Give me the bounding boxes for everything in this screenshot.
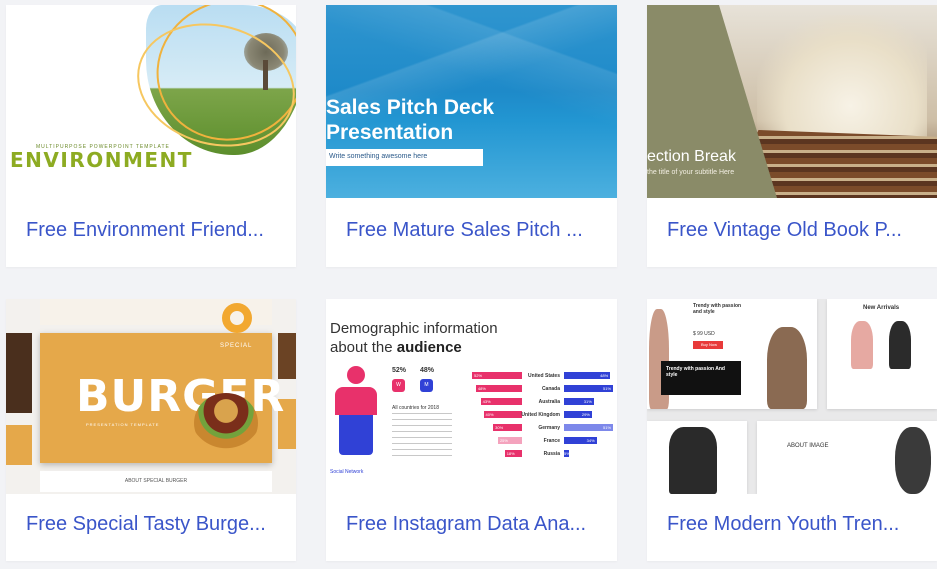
thumbnail-subtitle: PRESENTATION TEMPLATE: [86, 422, 160, 427]
burger-main-slide: SPECIAL BURGER PRESENTATION TEMPLATE: [40, 333, 284, 463]
bar-right: 48%: [564, 372, 611, 379]
bar-right: 29%: [564, 411, 592, 418]
bar-left: 52%: [472, 372, 522, 379]
card-thumbnail[interactable]: ection Break the title of your subtitle …: [647, 5, 937, 198]
heading-line: Demographic information: [330, 320, 498, 337]
card-thumbnail[interactable]: MULTIPURPOSE POWERPOINT TEMPLATE ENVIRON…: [6, 5, 296, 198]
heading-line: Sales Pitch Deck: [326, 96, 495, 119]
thumbnail-heading: Sales Pitch Deck Presentation: [326, 95, 494, 145]
heading-bold: audience: [396, 339, 462, 356]
bar-right: 31%: [564, 398, 594, 405]
template-card-burger[interactable]: SPECIAL BURGER PRESENTATION TEMPLATE ABO…: [6, 299, 296, 561]
country-label: Germany: [538, 425, 560, 431]
person-icon-top: [335, 387, 377, 415]
country-label: Canada: [541, 386, 560, 392]
bar-right: 51%: [564, 424, 614, 431]
card-title[interactable]: Free Vintage Old Book P...: [667, 219, 925, 242]
men-percent: 48%: [420, 367, 435, 374]
logo: Social Network: [330, 469, 364, 475]
template-card-environment[interactable]: MULTIPURPOSE POWERPOINT TEMPLATE ENVIRON…: [6, 5, 296, 267]
buy-button-label: Buy Now: [701, 342, 718, 347]
model-figure: [669, 427, 717, 494]
thumbnail-heading: ection Break: [647, 148, 736, 165]
heading-line: about the audience: [330, 338, 498, 357]
body-text-lines: [392, 413, 452, 457]
about-slide: ABOUT SPECIAL BURGER: [40, 471, 272, 492]
slide-preview: New Arrivals: [827, 299, 937, 409]
heading-prefix: about the: [330, 339, 397, 356]
dark-banner: Trendy with passion And style: [661, 361, 741, 395]
bar-right: 34%: [564, 437, 597, 444]
country-label: France: [543, 438, 560, 444]
bar-right: 5%: [564, 450, 570, 457]
special-label: SPECIAL: [220, 343, 253, 349]
template-card-vintage-book[interactable]: ection Break the title of your subtitle …: [647, 5, 937, 267]
women-icon: W: [392, 379, 405, 392]
slide-heading: ABOUT IMAGE: [787, 443, 829, 449]
side-slide: [6, 425, 32, 465]
heading-line: Presentation: [326, 121, 454, 144]
slide-preview: ABOUT IMAGE: [757, 421, 937, 494]
men-icon: M: [420, 379, 433, 392]
thumbnail-heading: ENVIRONMENT: [10, 148, 193, 172]
chart-caption: All countries for 2018: [392, 405, 439, 411]
country-label: Australia: [538, 399, 560, 405]
card-thumbnail[interactable]: SPECIAL BURGER PRESENTATION TEMPLATE ABO…: [6, 299, 296, 494]
card-title[interactable]: Free Instagram Data Ana...: [346, 513, 605, 536]
person-icon-bottom: [339, 415, 373, 455]
model-figure: [851, 321, 873, 369]
thumbnail-subtitle: the title of your subtitle Here: [647, 169, 735, 176]
card-title[interactable]: Free Modern Youth Tren...: [667, 513, 925, 536]
slide-preview: [647, 421, 747, 494]
template-card-sales-pitch[interactable]: Sales Pitch Deck Presentation Write some…: [326, 5, 617, 267]
slide-text: Trendy with passion and style: [693, 303, 742, 315]
template-card-modern-youth[interactable]: Trendy with passion and style $ 99 USD B…: [647, 299, 937, 561]
model-figure: [895, 427, 931, 494]
model-figure: [767, 327, 807, 409]
side-slide: [6, 333, 32, 413]
model-figure: [889, 321, 911, 369]
card-thumbnail[interactable]: Sales Pitch Deck Presentation Write some…: [326, 5, 617, 198]
bar-right: 51%: [564, 385, 614, 392]
card-title[interactable]: Free Special Tasty Burge...: [26, 513, 284, 536]
card-thumbnail[interactable]: Demographic information about the audien…: [326, 299, 617, 494]
price-label: $ 99 USD: [693, 331, 715, 337]
open-book-pages: [757, 15, 927, 145]
card-title[interactable]: Free Mature Sales Pitch ...: [346, 219, 605, 242]
template-card-instagram-data[interactable]: Demographic information about the audien…: [326, 299, 617, 561]
slide-preview: Trendy with passion and style $ 99 USD B…: [647, 299, 817, 409]
card-thumbnail[interactable]: Trendy with passion and style $ 99 USD B…: [647, 299, 937, 494]
decorative-ring: [222, 303, 252, 333]
burger-image: [194, 393, 258, 453]
card-title[interactable]: Free Environment Friend...: [26, 219, 284, 242]
country-label: United Kingdom: [521, 412, 560, 418]
country-label: United States: [528, 373, 560, 379]
women-percent: 52%: [392, 367, 407, 374]
slide-heading: New Arrivals: [863, 305, 900, 311]
thumbnail-heading: Demographic information about the audien…: [330, 319, 498, 357]
person-icon: [347, 366, 365, 384]
country-label: Russia: [543, 451, 560, 457]
thumbnail-input-box: Write something awesome here: [326, 149, 483, 166]
